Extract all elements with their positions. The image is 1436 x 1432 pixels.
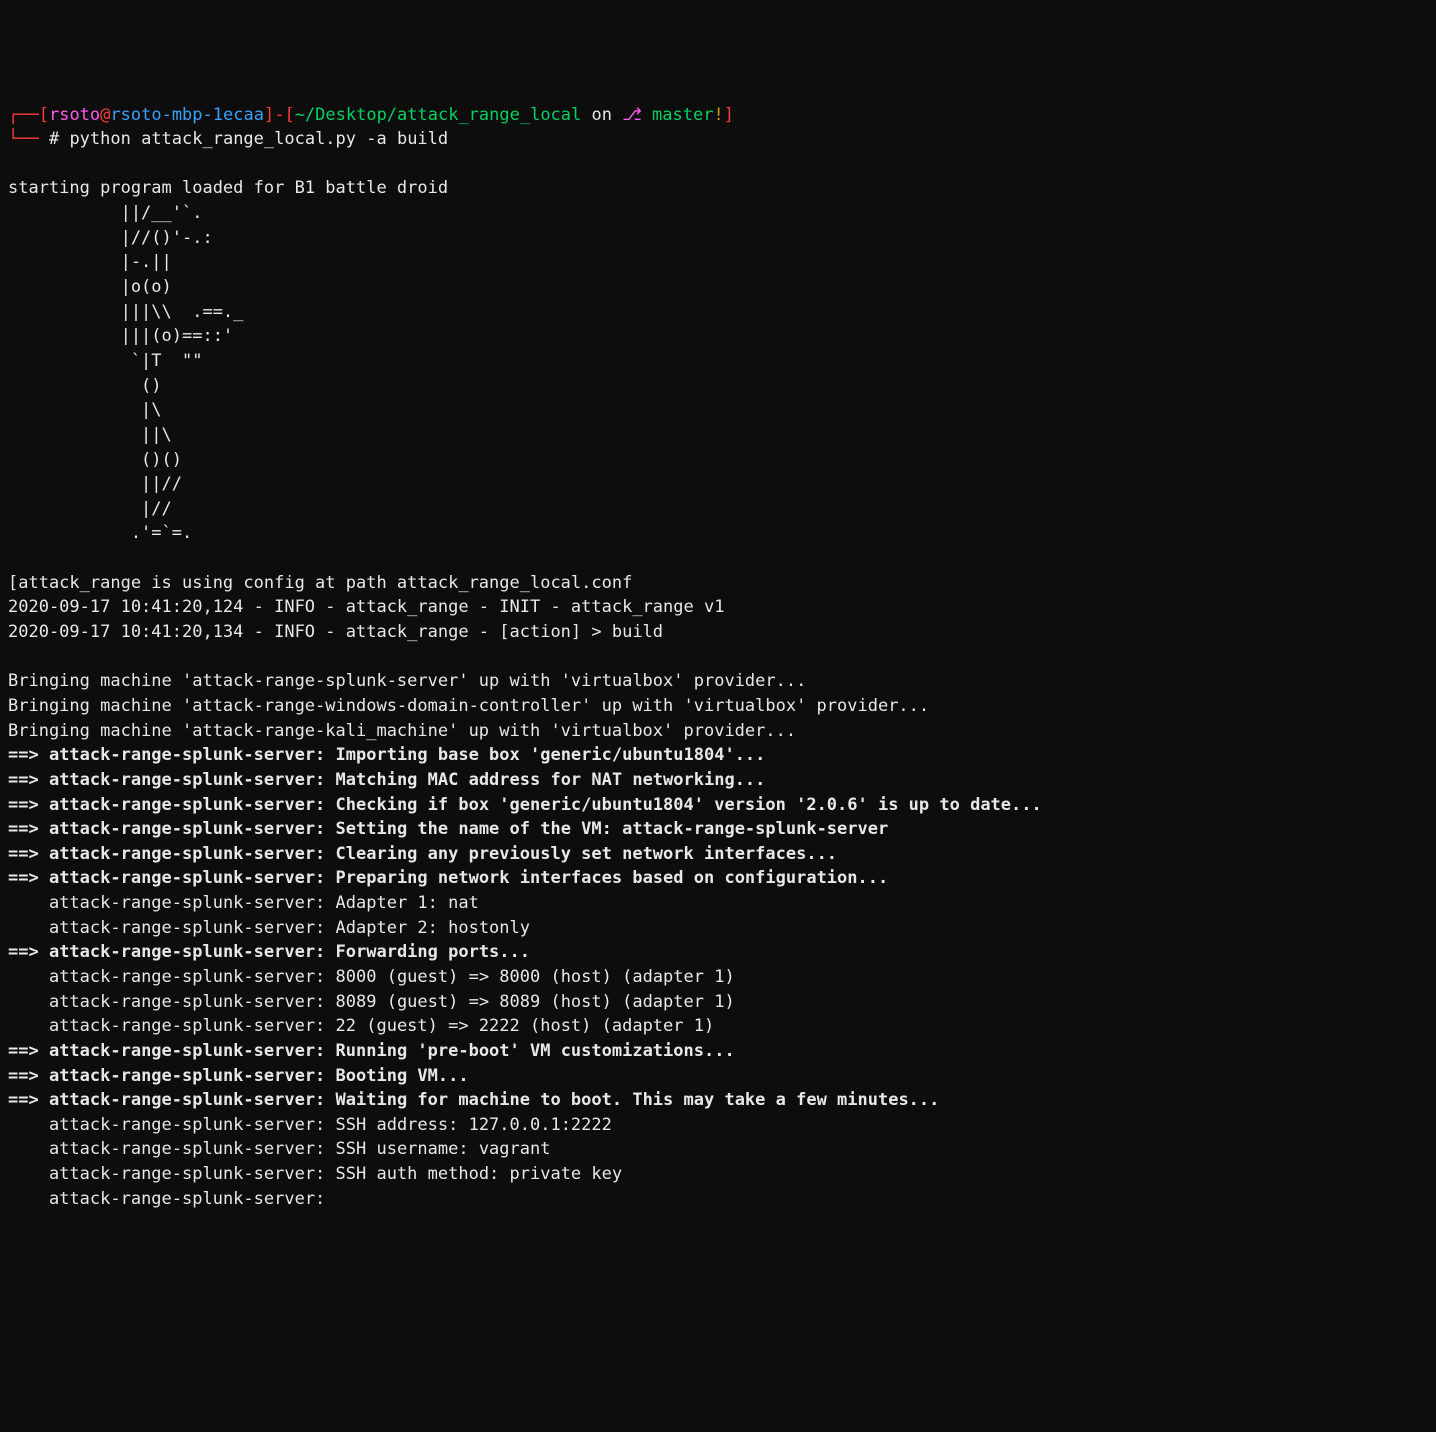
prompt-corner-top: ┌── <box>8 105 39 125</box>
ascii-art-line: () <box>8 376 162 396</box>
vagrant-arrow: ==> <box>8 1090 49 1110</box>
git-dirty-icon: ! <box>713 105 723 125</box>
terminal-output: ┌──[rsoto@rsoto-mbp-1ecaa]-[~/Desktop/at… <box>8 103 1428 1212</box>
program-header: starting program loaded for B1 battle dr… <box>8 178 448 198</box>
vagrant-detail-line <box>8 967 49 987</box>
vagrant-arrow: ==> <box>8 868 49 888</box>
vagrant-status-line: attack-range-splunk-server: Forwarding p… <box>49 942 530 962</box>
vagrant-arrow: ==> <box>8 819 49 839</box>
vagrant-status-line: attack-range-splunk-server: Setting the … <box>49 819 888 839</box>
ascii-art-line: |o(o) <box>8 277 172 297</box>
prompt-hash: # <box>39 129 70 149</box>
vagrant-arrow: ==> <box>8 1041 49 1061</box>
vagrant-status-line: attack-range-splunk-server: Waiting for … <box>49 1090 939 1110</box>
ascii-art-line: |||\\ .==._ <box>8 302 243 322</box>
vagrant-detail-text: attack-range-splunk-server: SSH username… <box>49 1139 551 1159</box>
vagrant-arrow: ==> <box>8 1066 49 1086</box>
vagrant-detail-line <box>8 992 49 1012</box>
git-branch: master <box>642 105 714 125</box>
prompt-on: on <box>581 105 622 125</box>
log-line: Bringing machine 'attack-range-windows-d… <box>8 696 929 716</box>
vagrant-detail-text: attack-range-splunk-server: 8089 (guest)… <box>49 992 735 1012</box>
ascii-art-line: ()() <box>8 450 182 470</box>
vagrant-status-line: attack-range-splunk-server: Running 'pre… <box>49 1041 735 1061</box>
ascii-art-line: |\ <box>8 400 162 420</box>
vagrant-detail-text: attack-range-splunk-server: 8000 (guest)… <box>49 967 735 987</box>
ascii-art-line: ||/__'`. <box>8 203 202 223</box>
vagrant-arrow: ==> <box>8 942 49 962</box>
prompt-corner-bottom: └── <box>8 129 39 149</box>
log-line: Bringing machine 'attack-range-splunk-se… <box>8 671 806 691</box>
ascii-art-line: |// <box>8 499 172 519</box>
vagrant-detail-line <box>8 1189 49 1209</box>
vagrant-detail-text: attack-range-splunk-server: Adapter 1: n… <box>49 893 479 913</box>
prompt-bracket: ] <box>724 105 734 125</box>
vagrant-detail-line <box>8 893 49 913</box>
vagrant-detail-line <box>8 1164 49 1184</box>
vagrant-arrow: ==> <box>8 844 49 864</box>
vagrant-detail-text: attack-range-splunk-server: SSH address:… <box>49 1115 612 1135</box>
ascii-art-line: |//()'-.: <box>8 228 213 248</box>
vagrant-detail-text: attack-range-splunk-server: 22 (guest) =… <box>49 1016 714 1036</box>
ascii-art-line: |-.|| <box>8 252 172 272</box>
prompt-bracket: [ <box>39 105 49 125</box>
prompt-bracket: ] <box>264 105 274 125</box>
vagrant-status-line: attack-range-splunk-server: Checking if … <box>49 795 1042 815</box>
vagrant-detail-line <box>8 1139 49 1159</box>
prompt-at: @ <box>100 105 110 125</box>
prompt-host: rsoto-mbp-1ecaa <box>110 105 264 125</box>
command-text: python attack_range_local.py -a build <box>69 129 448 149</box>
vagrant-status-line: attack-range-splunk-server: Booting VM..… <box>49 1066 469 1086</box>
vagrant-arrow: ==> <box>8 745 49 765</box>
vagrant-status-line: attack-range-splunk-server: Preparing ne… <box>49 868 888 888</box>
vagrant-detail-text: attack-range-splunk-server: Adapter 2: h… <box>49 918 530 938</box>
log-line: [attack_range is using config at path at… <box>8 573 632 593</box>
prompt-path: ~/Desktop/attack_range_local <box>295 105 582 125</box>
vagrant-status-line: attack-range-splunk-server: Importing ba… <box>49 745 765 765</box>
prompt-user: rsoto <box>49 105 100 125</box>
prompt-sep: - <box>274 105 284 125</box>
ascii-art-line: ||// <box>8 474 182 494</box>
ascii-art-line: `|T "" <box>8 351 202 371</box>
vagrant-status-line: attack-range-splunk-server: Matching MAC… <box>49 770 765 790</box>
git-branch-icon: ⎇ <box>622 105 642 125</box>
vagrant-arrow: ==> <box>8 770 49 790</box>
vagrant-detail-line <box>8 1115 49 1135</box>
vagrant-detail-text: attack-range-splunk-server: <box>49 1189 336 1209</box>
log-line: 2020-09-17 10:41:20,124 - INFO - attack_… <box>8 597 724 617</box>
vagrant-detail-line <box>8 1016 49 1036</box>
log-line: Bringing machine 'attack-range-kali_mach… <box>8 721 796 741</box>
vagrant-detail-line <box>8 918 49 938</box>
ascii-art-line: .'=`=. <box>8 523 192 543</box>
vagrant-status-line: attack-range-splunk-server: Clearing any… <box>49 844 837 864</box>
vagrant-arrow: ==> <box>8 795 49 815</box>
vagrant-detail-text: attack-range-splunk-server: SSH auth met… <box>49 1164 622 1184</box>
prompt-bracket: [ <box>284 105 294 125</box>
log-line: 2020-09-17 10:41:20,134 - INFO - attack_… <box>8 622 663 642</box>
ascii-art-line: |||(o)==::' <box>8 326 233 346</box>
ascii-art-line: ||\ <box>8 425 172 445</box>
